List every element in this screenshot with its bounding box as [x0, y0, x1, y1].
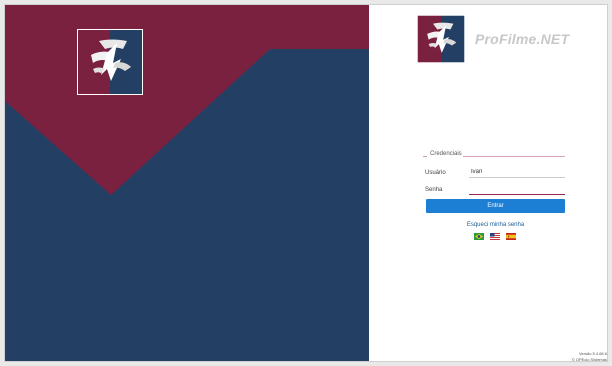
usa-flag-icon[interactable] [490, 233, 500, 240]
brand-header: ProFilme.NET [417, 15, 607, 65]
profilme-mask-logo-icon [77, 29, 143, 95]
username-input[interactable] [469, 167, 565, 178]
password-label: Senha [425, 187, 443, 193]
copyright-text: © OPEcio Sistemas [571, 357, 607, 362]
language-selector [474, 233, 520, 241]
brazil-flag-icon[interactable] [474, 233, 484, 240]
password-input[interactable] [469, 184, 565, 195]
version-text: Versão 5.4.68.6 [578, 351, 607, 356]
brand-name: ProFilme.NET [475, 31, 570, 47]
credentials-legend: Credenciais [423, 150, 565, 162]
login-panel: ProFilme.NET Credenciais Usuário Senha E… [369, 5, 607, 362]
login-window: ProFilme.NET Credenciais Usuário Senha E… [4, 4, 608, 362]
credentials-legend-label: Credenciais [430, 151, 462, 157]
legend-divider-right [463, 156, 565, 157]
profilme-mask-logo-icon [417, 15, 465, 63]
hero-background [5, 5, 369, 361]
username-label: Usuário [425, 170, 446, 176]
hero-banner [5, 5, 369, 361]
login-button[interactable]: Entrar [426, 199, 565, 213]
spain-flag-icon[interactable] [506, 233, 516, 240]
legend-divider-left [423, 156, 427, 157]
forgot-password-link[interactable]: Esqueci minha senha [426, 222, 565, 228]
